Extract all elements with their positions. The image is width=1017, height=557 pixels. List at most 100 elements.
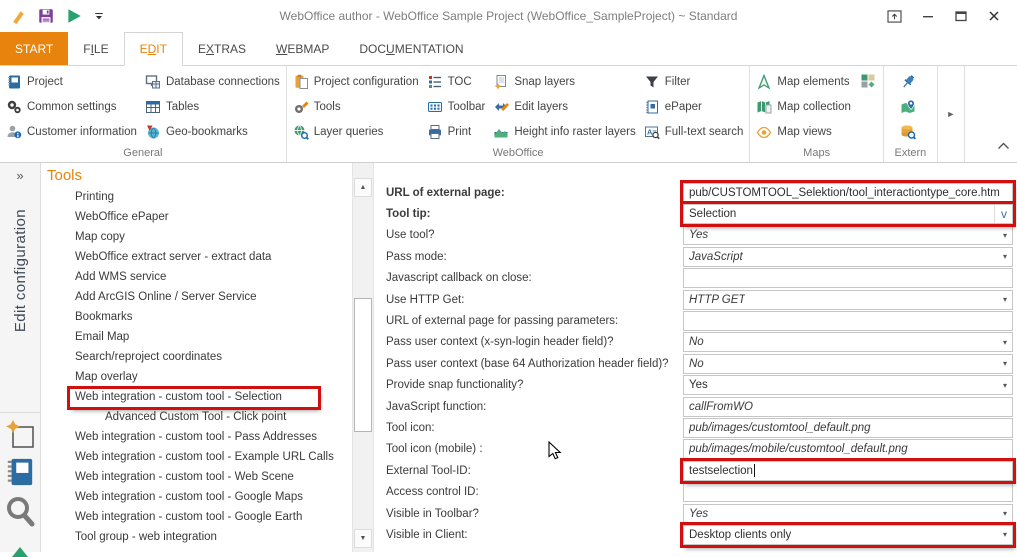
form-row: Javascript callback on close: ▾ v bbox=[386, 268, 1017, 289]
form-field[interactable]: Yes ▾ v bbox=[683, 375, 1013, 396]
ribbon-button[interactable]: Database connections bbox=[141, 69, 284, 94]
form-field[interactable]: testselection ▾ v bbox=[683, 460, 1013, 481]
form-field[interactable]: pub/images/mobile/customtool_default.png… bbox=[683, 439, 1013, 460]
tree-item[interactable]: Map copy bbox=[41, 228, 352, 248]
form-label: Pass user context (base 64 Authorization… bbox=[386, 357, 669, 370]
scrollbar-thumb[interactable] bbox=[354, 298, 372, 432]
full-text-search-icon bbox=[644, 124, 660, 140]
ribbon-tab[interactable]: E D IT bbox=[123, 32, 183, 66]
run-project-icon[interactable] bbox=[65, 7, 83, 25]
text-caret bbox=[753, 464, 755, 478]
close-button[interactable] bbox=[980, 6, 1007, 27]
ribbon-button[interactable]: Full-text search bbox=[640, 119, 748, 144]
search-icon[interactable] bbox=[2, 494, 38, 532]
ribbon-button[interactable]: Filter bbox=[640, 69, 748, 94]
ribbon-button[interactable]: Height info raster layers bbox=[489, 119, 639, 144]
form-field[interactable]: Desktop clients only ▾ v bbox=[683, 524, 1013, 545]
tree-item[interactable]: Web integration - custom tool - Google M… bbox=[41, 488, 352, 508]
ribbon-tab[interactable]: E X TRAS bbox=[183, 32, 261, 65]
ribbon-button[interactable]: Tools bbox=[289, 94, 423, 119]
form-field[interactable]: pub/CUSTOMTOOL_Selektion/tool_interactio… bbox=[683, 182, 1013, 203]
ribbon-button[interactable]: ePaper bbox=[640, 94, 748, 119]
field-value: No bbox=[689, 357, 704, 370]
form-label: URL of external page for passing paramet… bbox=[386, 315, 619, 328]
field-value: pub/CUSTOMTOOL_Selektion/tool_interactio… bbox=[689, 186, 1000, 199]
ribbon-button[interactable]: Map collection bbox=[752, 94, 855, 119]
form-field[interactable]: pub/images/customtool_default.png ▾ v bbox=[683, 417, 1013, 438]
ribbon-button[interactable]: Project bbox=[2, 69, 141, 94]
ribbon-button[interactable]: Geo-bookmarks bbox=[141, 119, 284, 144]
tree-item[interactable]: Web integration - custom tool - Web Scen… bbox=[41, 468, 352, 488]
tree-item[interactable]: Add WMS service bbox=[41, 268, 352, 288]
form-field[interactable]: ▾ v bbox=[683, 311, 1013, 332]
ribbon-button[interactable]: Layer queries bbox=[289, 119, 423, 144]
scroll-down-button[interactable]: ▼ bbox=[354, 529, 372, 548]
ribbon-button[interactable]: Edit layers bbox=[489, 94, 639, 119]
ribbon-button[interactable]: TOC bbox=[423, 69, 490, 94]
tree-item[interactable]: Add ArcGIS Online / Server Service bbox=[41, 288, 352, 308]
tree-item[interactable]: Tool group - web integration bbox=[41, 528, 352, 548]
tree-item[interactable]: Web integration - custom tool - Google E… bbox=[41, 508, 352, 528]
ribbon-button[interactable]: Map views bbox=[752, 119, 855, 144]
tree-item[interactable]: Web integration - custom tool - Example … bbox=[41, 448, 352, 468]
ribbon-tab[interactable]: W EBMAP bbox=[261, 32, 344, 65]
tree-item[interactable]: Printing bbox=[41, 188, 352, 208]
ribbon-button[interactable]: Common settings bbox=[2, 94, 141, 119]
ribbon-group-maps: Map elements Map collection Map views Ma… bbox=[750, 66, 884, 162]
tree-item[interactable]: Map overlay bbox=[41, 368, 352, 388]
collapse-panel-icon[interactable]: » bbox=[16, 168, 23, 183]
ribbon-tab[interactable]: F I LE bbox=[68, 32, 123, 65]
form-field[interactable]: ▾ v bbox=[683, 482, 1013, 503]
tree-scrollbar[interactable]: ▲ ▼ bbox=[352, 163, 374, 552]
tree-item[interactable]: WebOffice ePaper bbox=[41, 208, 352, 228]
ribbon-button[interactable]: Project configuration bbox=[289, 69, 423, 94]
form-label: Provide snap functionality? bbox=[386, 379, 524, 392]
ribbon-button[interactable]: Print bbox=[423, 119, 490, 144]
field-value: Yes bbox=[689, 229, 709, 242]
new-configuration-icon[interactable] bbox=[4, 418, 36, 450]
scroll-up-button[interactable]: ▲ bbox=[354, 178, 372, 197]
ribbon-button[interactable] bbox=[886, 119, 935, 144]
notebook-icon[interactable] bbox=[5, 456, 35, 488]
ribbon-button[interactable] bbox=[886, 69, 935, 94]
form-field[interactable]: JavaScript ▾ v bbox=[683, 246, 1013, 267]
ribbon-button[interactable]: Snap layers bbox=[489, 69, 639, 94]
qat-customize-icon[interactable] bbox=[93, 10, 105, 22]
collapse-ribbon-button[interactable] bbox=[997, 137, 1010, 155]
form-field[interactable]: ▾ v bbox=[683, 268, 1013, 289]
ribbon-button[interactable]: Customer information bbox=[2, 119, 141, 144]
ribbon-more-button[interactable]: ► bbox=[938, 66, 965, 162]
form-row: Pass mode: JavaScript ▾ v bbox=[386, 246, 1017, 267]
tree-item[interactable]: Web integration - custom tool - Selectio… bbox=[41, 388, 352, 408]
tree-item[interactable]: Bookmarks bbox=[41, 308, 352, 328]
edit-pencil-icon[interactable] bbox=[10, 8, 27, 25]
form-field[interactable]: Yes ▾ v bbox=[683, 503, 1013, 524]
ribbon-button[interactable] bbox=[886, 94, 935, 119]
tree-item[interactable]: WebOffice extract server - extract data bbox=[41, 248, 352, 268]
form-field[interactable]: callFromWO ▾ v bbox=[683, 396, 1013, 417]
tree-item[interactable]: Email Map bbox=[41, 328, 352, 348]
form-field[interactable]: Yes ▾ v bbox=[683, 225, 1013, 246]
form-field[interactable]: HTTP GET ▾ v bbox=[683, 289, 1013, 310]
map-elements-extra-button[interactable] bbox=[860, 73, 876, 94]
form-field[interactable]: Selection ▾ v bbox=[683, 204, 1013, 225]
form-field[interactable]: No ▾ v bbox=[683, 353, 1013, 374]
ribbon-tab[interactable]: DOC U MENTATION bbox=[344, 32, 478, 65]
ribbon-button[interactable]: Map elements bbox=[752, 69, 855, 94]
ribbon-tab[interactable]: START bbox=[0, 32, 69, 65]
combo-dropdown-icon: v bbox=[994, 205, 1007, 224]
pin-ribbon-button[interactable] bbox=[881, 6, 908, 27]
save-icon[interactable] bbox=[37, 7, 55, 25]
tree-item[interactable]: Web integration - custom tool - Pass Add… bbox=[41, 428, 352, 448]
tree-item[interactable]: Search/reproject coordinates bbox=[41, 348, 352, 368]
form-field[interactable]: No ▾ v bbox=[683, 332, 1013, 353]
ribbon-button[interactable]: Tables bbox=[141, 94, 284, 119]
ribbon-button[interactable]: Toolbar bbox=[423, 94, 490, 119]
minimize-button[interactable] bbox=[914, 6, 941, 27]
ribbon-group-label: Extern bbox=[894, 147, 927, 159]
tree-item[interactable]: Advanced Custom Tool - Click point bbox=[41, 408, 352, 428]
run-partial-icon[interactable] bbox=[12, 547, 28, 557]
field-value: testselection bbox=[689, 464, 753, 477]
toc-icon bbox=[427, 74, 443, 90]
maximize-button[interactable] bbox=[947, 6, 974, 27]
